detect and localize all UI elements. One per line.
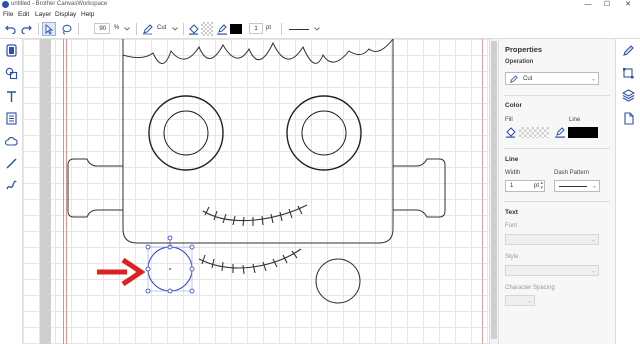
toolbar: 90 % Cut 1 pt: [0, 20, 640, 39]
character-spacing-field[interactable]: ⌄: [505, 295, 535, 306]
operation-select[interactable]: Cut: [157, 25, 166, 31]
dash-pattern-dropdown[interactable]: ⌄: [554, 180, 600, 192]
line-label: Line: [569, 117, 581, 123]
close-button[interactable]: ✕: [621, 0, 635, 10]
transform-icon[interactable]: [622, 67, 635, 80]
line-width-field[interactable]: 1 pt ▴ ▾: [505, 180, 545, 192]
dash-pattern-preview: [559, 186, 587, 187]
font-dropdown[interactable]: ⌄: [505, 234, 599, 245]
fill-bucket-icon[interactable]: [505, 127, 516, 138]
fill-label: Fill: [505, 117, 513, 123]
redo-icon[interactable]: [19, 22, 33, 36]
dash-pattern-preview[interactable]: [289, 29, 309, 30]
width-label: Width: [505, 170, 521, 176]
minimize-button[interactable]: —: [581, 0, 595, 10]
line-pen-icon[interactable]: [216, 22, 228, 36]
pattern-icon[interactable]: [5, 112, 18, 125]
properties-panel: Properties Operation Cut ⌄ Color Fill Li…: [498, 39, 616, 344]
menu-layer[interactable]: Layer: [35, 11, 51, 18]
right-icon-bar: [615, 39, 640, 344]
menu-edit[interactable]: Edit: [18, 11, 29, 18]
title-bar: untitled - Brother CanvasWorkspace — ☐ ✕: [0, 0, 640, 10]
text-section-title: Text: [505, 209, 518, 216]
left-tool-panel: [0, 39, 23, 344]
line-width-unit: pt: [534, 183, 540, 189]
operation-dropdown[interactable]: Cut ⌄: [505, 72, 599, 85]
fill-color-swatch[interactable]: [519, 127, 549, 138]
chevron-down-icon: ⌄: [590, 76, 596, 82]
dash-pattern-label: Dash Pattern: [554, 170, 590, 176]
chevron-down-icon: ⌄: [590, 268, 596, 274]
chevron-down-icon[interactable]: [312, 22, 321, 36]
menu-display[interactable]: Display: [55, 11, 76, 18]
line-width-value: 1: [510, 183, 514, 189]
line-color-swatch[interactable]: [568, 127, 598, 138]
operation-value: Cut: [523, 76, 533, 82]
chevron-down-icon[interactable]: [122, 22, 131, 36]
style-dropdown[interactable]: ⌄: [505, 265, 599, 276]
chevron-down-icon: ⌄: [591, 183, 597, 190]
fill-color-swatch[interactable]: [201, 22, 213, 36]
layers-icon[interactable]: [621, 89, 636, 102]
character-spacing-label: Character Spacing: [505, 285, 555, 291]
operation-label: Operation: [505, 59, 534, 65]
page-icon[interactable]: [622, 112, 635, 125]
text-icon[interactable]: [5, 90, 18, 103]
freehand-icon[interactable]: [5, 179, 18, 192]
line-color-swatch[interactable]: [230, 24, 242, 34]
properties-icon[interactable]: [622, 44, 635, 57]
scrollbar-thumb[interactable]: [491, 41, 497, 339]
design-canvas[interactable]: [23, 39, 489, 344]
style-label: Style: [505, 254, 519, 260]
stepper-icon[interactable]: ▴ ▾: [540, 181, 543, 191]
pointer-icon[interactable]: [42, 22, 56, 36]
line-width-unit: pt: [266, 25, 272, 31]
font-label: Font: [505, 223, 518, 229]
line-icon[interactable]: [5, 157, 18, 170]
panel-title: Properties: [505, 45, 543, 54]
maximize-button[interactable]: ☐: [600, 0, 614, 10]
line-pen-icon[interactable]: [555, 127, 565, 138]
chevron-down-icon[interactable]: [170, 22, 179, 36]
menu-file[interactable]: File: [3, 11, 13, 18]
shapes-icon[interactable]: [5, 67, 18, 80]
menu-help[interactable]: Help: [81, 11, 94, 18]
window-title: untitled - Brother CanvasWorkspace: [11, 1, 108, 7]
color-section-title: Color: [505, 102, 522, 109]
chevron-down-icon: ⌄: [526, 298, 532, 304]
pen-icon[interactable]: [140, 22, 154, 36]
menu-bar: File Edit Layer Display Help: [0, 10, 640, 20]
cloud-icon[interactable]: [4, 135, 18, 148]
line-width-input[interactable]: 1: [249, 23, 263, 34]
zoom-input[interactable]: 90: [94, 23, 110, 34]
undo-icon[interactable]: [3, 22, 17, 36]
lasso-icon[interactable]: [59, 22, 73, 36]
fill-bucket-icon[interactable]: [186, 22, 200, 36]
app-logo-icon: [2, 1, 9, 8]
chevron-down-icon: ⌄: [590, 237, 596, 243]
pen-icon: [509, 75, 518, 84]
fill-icon[interactable]: [5, 44, 18, 57]
line-section-title: Line: [505, 156, 519, 163]
zoom-unit: %: [114, 25, 120, 31]
